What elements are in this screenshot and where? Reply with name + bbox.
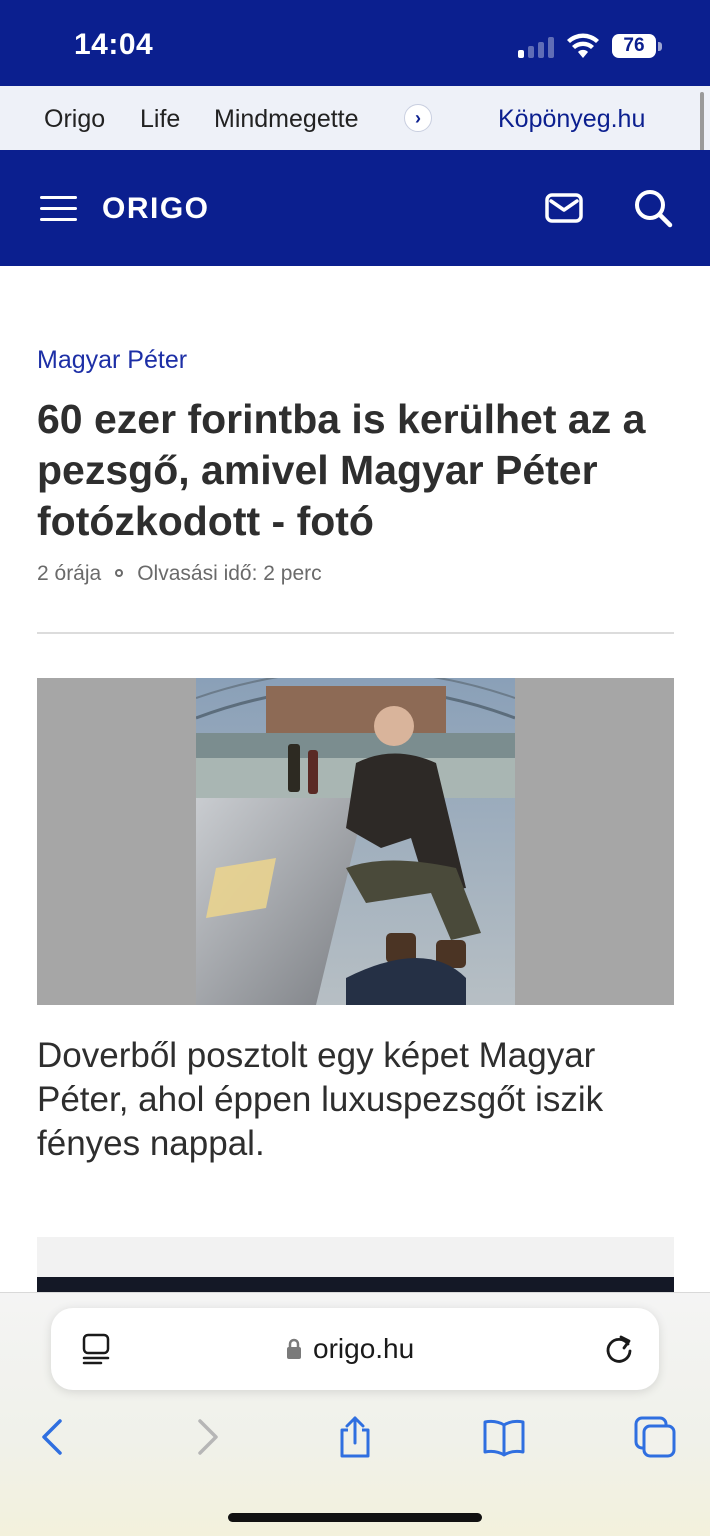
status-time: 14:04 — [74, 28, 154, 61]
lock-icon — [287, 1338, 301, 1359]
divider — [37, 632, 674, 634]
article-meta: 2 órája Olvasási idő: 2 perc — [37, 562, 322, 586]
origo-logo[interactable]: ORIGO — [102, 192, 210, 226]
article-photo — [196, 678, 515, 1005]
reader-mode-icon[interactable] — [81, 1333, 111, 1365]
site-link-koponyeg[interactable]: Köpönyeg.hu — [498, 105, 645, 134]
site-link-mindmegette[interactable]: Mindmegette — [214, 105, 359, 134]
battery-indicator: 76 — [612, 34, 656, 58]
published-time: 2 órája — [37, 562, 102, 585]
address-bar[interactable]: origo.hu — [51, 1308, 659, 1390]
site-link-origo[interactable]: Origo — [44, 105, 105, 134]
cellular-signal-icon — [518, 36, 556, 58]
chevron-right-icon[interactable]: › — [404, 104, 432, 132]
bookmarks-icon[interactable] — [482, 1415, 526, 1459]
site-header: ORIGO — [0, 150, 710, 266]
wifi-icon — [567, 33, 599, 58]
sites-nav-bar: Origo Life Mindmegette › Köpönyeg.hu — [0, 86, 710, 150]
share-icon[interactable] — [333, 1415, 377, 1459]
next-content-card — [37, 1237, 674, 1277]
status-bar: 14:04 76 — [0, 0, 710, 86]
mail-icon[interactable] — [545, 192, 583, 224]
search-icon[interactable] — [633, 188, 673, 228]
battery-cap — [658, 42, 662, 51]
article-headline: 60 ezer forintba is kerülhet az a pezsgő… — [37, 396, 646, 544]
tabs-icon[interactable] — [633, 1415, 677, 1459]
article-image[interactable] — [37, 678, 674, 1005]
site-link-life[interactable]: Life — [140, 105, 180, 134]
url-text[interactable]: origo.hu — [313, 1333, 414, 1365]
reading-time: Olvasási idő: 2 perc — [137, 562, 322, 585]
back-icon[interactable] — [32, 1415, 76, 1459]
forward-icon[interactable] — [184, 1415, 228, 1459]
hamburger-menu-icon[interactable] — [40, 196, 77, 222]
article-category[interactable]: Magyar Péter — [37, 346, 187, 375]
home-indicator — [228, 1513, 482, 1522]
article-lead: Doverből posztolt egy képet Magyar Péter… — [37, 1036, 604, 1163]
browser-toolbar: origo.hu — [0, 1292, 710, 1536]
reload-icon[interactable] — [603, 1332, 635, 1366]
separator-dot — [115, 568, 124, 577]
